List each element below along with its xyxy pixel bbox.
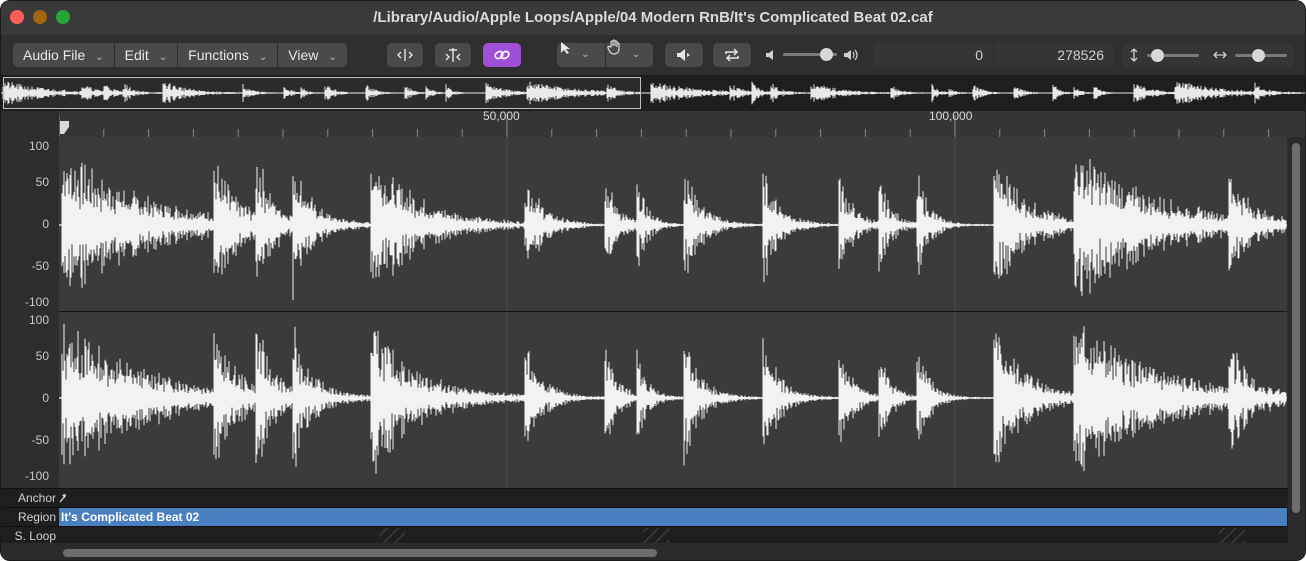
horizontal-zoom-knob[interactable] bbox=[1252, 49, 1266, 62]
channel-2-waveform[interactable] bbox=[59, 312, 1287, 488]
hand-tool-menu[interactable]: ⌄ bbox=[605, 39, 653, 67]
vertical-scrollbar[interactable] bbox=[1288, 137, 1304, 543]
hand-tool-icon bbox=[607, 39, 620, 55]
window-title: /Library/Audio/Apple Loops/Apple/04 Mode… bbox=[373, 9, 933, 26]
y-label: 0 bbox=[42, 217, 49, 231]
pointer-tool-icon bbox=[561, 42, 570, 54]
channel-2-amplitude-scale: 100 50 0 -50 -100 bbox=[1, 311, 60, 487]
horizontal-scrollbar[interactable] bbox=[1, 543, 1305, 560]
region-lane-label: Region bbox=[17, 510, 56, 524]
pointer-tool-menu[interactable]: ⌄ bbox=[557, 42, 606, 67]
split-icon bbox=[445, 48, 461, 62]
trim-icon bbox=[397, 49, 413, 61]
ruler-corner bbox=[1, 111, 59, 137]
horizontal-scroll-thumb[interactable] bbox=[63, 549, 657, 557]
edit-menu-label: Edit bbox=[124, 47, 149, 63]
selection-end-value[interactable]: 278526 bbox=[994, 43, 1104, 67]
y-label: 100 bbox=[28, 313, 49, 327]
volume-low-icon bbox=[766, 50, 773, 60]
ruler-label-50000: 50,000 bbox=[483, 109, 520, 123]
view-menu[interactable]: View ⌄ bbox=[278, 43, 346, 67]
anchor-marker-icon[interactable] bbox=[59, 493, 67, 503]
anchor-lane: Anchor bbox=[1, 488, 1288, 507]
chevron-down-icon: ⌄ bbox=[581, 49, 590, 60]
y-label: 50 bbox=[35, 349, 49, 363]
playhead-icon[interactable] bbox=[59, 119, 71, 135]
channel-1-waveform[interactable] bbox=[59, 137, 1287, 312]
split-button[interactable] bbox=[435, 43, 471, 67]
audio-file-menu[interactable]: Audio File ⌄ bbox=[13, 43, 115, 67]
vertical-scroll-thumb[interactable] bbox=[1292, 143, 1300, 513]
region-lane: Region It's Complicated Beat 02 bbox=[1, 507, 1288, 526]
selection-start-value[interactable]: 0 bbox=[873, 43, 983, 67]
sample-ruler[interactable]: 50,000 100,000 bbox=[59, 109, 1305, 138]
y-label: 0 bbox=[42, 391, 49, 405]
audio-file-editor-window: /Library/Audio/Apple Loops/Apple/04 Mode… bbox=[0, 0, 1306, 561]
y-label: -50 bbox=[31, 259, 49, 273]
audio-file-menu-label: Audio File bbox=[23, 47, 86, 63]
zoom-controls bbox=[1123, 43, 1293, 67]
chevron-down-icon: ⌄ bbox=[158, 52, 168, 63]
trim-button[interactable] bbox=[387, 43, 423, 67]
cycle-icon bbox=[725, 48, 739, 62]
toolbar: Audio File ⌄ Edit ⌄ Functions ⌄ View ⌄ ⌄ ⌄ bbox=[1, 35, 1305, 75]
view-menu-label: View bbox=[288, 47, 319, 63]
y-label: -100 bbox=[24, 469, 49, 483]
ruler-label-100000: 100,000 bbox=[929, 109, 973, 123]
channel-1-amplitude-scale: 100 50 0 -50 -100 bbox=[1, 137, 60, 311]
y-label: -50 bbox=[31, 433, 49, 447]
overview-visible-range[interactable] bbox=[3, 77, 641, 109]
y-label: 50 bbox=[35, 175, 49, 189]
title-bar: /Library/Audio/Apple Loops/Apple/04 Mode… bbox=[1, 1, 1305, 35]
vertical-zoom-knob[interactable] bbox=[1151, 49, 1165, 62]
volume-high-icon bbox=[844, 49, 858, 61]
speaker-icon bbox=[677, 49, 690, 61]
y-label: 100 bbox=[28, 139, 49, 153]
horizontal-zoom-icon bbox=[1213, 51, 1227, 59]
link-icon bbox=[494, 50, 510, 60]
chevron-down-icon: ⌄ bbox=[632, 49, 641, 60]
vertical-zoom-icon bbox=[1130, 48, 1138, 62]
y-label: -100 bbox=[24, 295, 49, 309]
sample-loop-lane-label: S. Loop bbox=[14, 529, 56, 543]
play-button[interactable] bbox=[665, 43, 703, 67]
functions-menu-label: Functions bbox=[188, 47, 249, 63]
chevron-down-icon: ⌄ bbox=[328, 52, 337, 63]
edit-menu[interactable]: Edit ⌄ bbox=[115, 43, 179, 67]
channel-1-waveform-graphic bbox=[59, 137, 1287, 311]
volume-slider-knob[interactable] bbox=[820, 48, 834, 61]
link-button[interactable] bbox=[483, 43, 521, 67]
anchor-lane-label: Anchor bbox=[17, 491, 56, 505]
cycle-button[interactable] bbox=[713, 43, 751, 67]
region-name: It's Complicated Beat 02 bbox=[61, 510, 200, 524]
selection-display: 0 278526 bbox=[873, 43, 1113, 67]
ruler-ticks bbox=[59, 115, 1270, 137]
menu-group: Audio File ⌄ Edit ⌄ Functions ⌄ View ⌄ bbox=[13, 43, 347, 67]
chevron-down-icon: ⌄ bbox=[95, 52, 104, 63]
region-bar[interactable]: It's Complicated Beat 02 bbox=[59, 508, 1287, 526]
functions-menu[interactable]: Functions ⌄ bbox=[178, 43, 279, 67]
chevron-down-icon: ⌄ bbox=[258, 52, 268, 63]
waveform-overview[interactable] bbox=[1, 75, 1305, 111]
channel-2-waveform-graphic bbox=[59, 312, 1287, 488]
tool-group: ⌄ ⌄ bbox=[557, 39, 653, 67]
